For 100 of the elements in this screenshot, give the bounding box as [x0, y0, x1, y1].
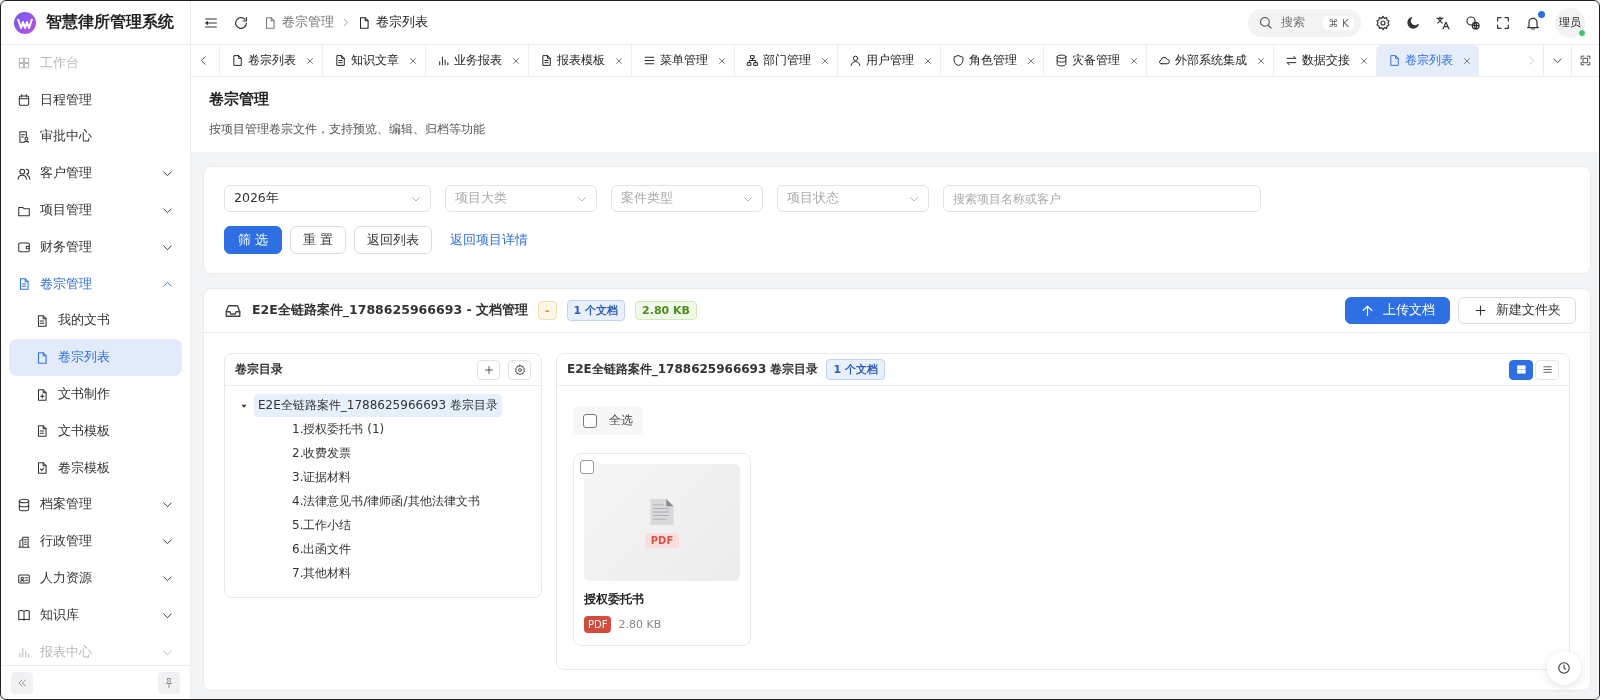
sidebar-item[interactable]: 档案管理 — [9, 486, 182, 524]
sidebar-subitem[interactable]: 我的文书 — [9, 302, 182, 340]
tab-icon — [437, 54, 450, 67]
link[interactable]: 返回项目详情 — [439, 231, 538, 249]
tab-icon — [643, 54, 656, 67]
sidebar-item[interactable]: 项目管理 — [9, 192, 182, 229]
tab-icon — [746, 54, 759, 67]
tab[interactable]: 外部系统集成 — [1146, 45, 1273, 76]
document-icon — [35, 313, 49, 328]
sidebar-item[interactable]: 客户管理 — [9, 155, 182, 193]
refresh-icon[interactable] — [233, 14, 249, 31]
close-icon[interactable] — [820, 55, 830, 66]
tab[interactable]: 知识文章 — [322, 45, 425, 76]
close-icon[interactable] — [923, 55, 933, 66]
action-button[interactable]: 重 置 — [290, 226, 346, 254]
settings-button[interactable] — [508, 359, 531, 380]
close-icon[interactable] — [614, 55, 624, 66]
file-card[interactable]: PDF 授权委托书 PDF 2.80 KB — [573, 453, 751, 646]
pin-button[interactable] — [158, 671, 180, 694]
close-icon[interactable] — [1462, 55, 1472, 66]
checkbox[interactable] — [583, 413, 597, 428]
tree-node[interactable]: 6.出函文件 — [239, 538, 527, 561]
close-icon[interactable] — [511, 55, 521, 66]
tree-node[interactable]: 4.法律意见书/律师函/其他法律文书 — [239, 490, 527, 513]
tag: - — [538, 301, 557, 320]
tab[interactable]: 卷宗列表 — [1376, 45, 1479, 76]
document-icon — [357, 15, 371, 30]
sidebar-subitem[interactable]: 卷宗模板 — [9, 449, 182, 487]
tree-node[interactable]: 3.证据材料 — [239, 466, 527, 489]
tab[interactable]: 报表模板 — [528, 45, 631, 76]
checkbox[interactable] — [580, 460, 594, 474]
close-icon[interactable] — [717, 55, 727, 66]
tree-node[interactable]: 1.授权委托书 (1) — [239, 418, 527, 441]
sidebar-item[interactable]: 行政管理 — [9, 523, 182, 561]
tree-node[interactable]: E2E全链路案件_1788625966693 卷宗目录 — [254, 394, 502, 417]
search-field[interactable]: 搜索项目名称或客户 — [943, 185, 1261, 212]
add-button[interactable] — [477, 359, 500, 380]
tree-node[interactable]: 5.工作小结 — [239, 514, 527, 537]
filter-button[interactable]: 筛 选 — [224, 226, 282, 254]
breadcrumb-item[interactable]: 卷宗管理 — [263, 14, 334, 31]
tab[interactable]: 角色管理 — [940, 45, 1043, 76]
select-field[interactable]: 2026年 — [224, 185, 431, 212]
tab-icon — [540, 54, 553, 67]
page-title: 卷宗管理 — [209, 90, 270, 109]
globe-icon[interactable] — [1465, 14, 1481, 31]
sidebar-subitem[interactable]: 卷宗列表 — [9, 339, 182, 377]
document-icon — [35, 350, 49, 365]
close-icon[interactable] — [1256, 55, 1266, 66]
close-icon[interactable] — [408, 55, 418, 66]
close-icon[interactable] — [305, 55, 315, 66]
document-icon — [263, 15, 277, 30]
fullscreen-icon[interactable] — [1495, 14, 1511, 31]
document-icon — [35, 424, 49, 439]
app-title: 智慧律所管理系统 — [46, 12, 174, 33]
tab[interactable]: 用户管理 — [837, 45, 940, 76]
search-icon — [1258, 15, 1274, 30]
maximize-icon — [1579, 54, 1592, 67]
document-icon — [35, 461, 49, 476]
tree-node[interactable]: 7.其他材料 — [239, 562, 527, 585]
list-view-button[interactable] — [1535, 359, 1559, 380]
sidebar-item[interactable]: 人力资源 — [9, 560, 182, 597]
shortcut-hint: ⌘ K — [1323, 15, 1354, 30]
tab[interactable]: 菜单管理 — [631, 45, 734, 76]
sidebar-item[interactable]: 审批中心 — [9, 118, 182, 156]
tab[interactable]: 灾备管理 — [1043, 45, 1146, 76]
plus-icon — [1473, 303, 1488, 318]
tab[interactable]: 部门管理 — [734, 45, 837, 76]
menu-item-icon — [17, 277, 31, 292]
sidebar-item[interactable]: 日程管理 — [9, 81, 182, 119]
file-type-label: PDF — [644, 533, 680, 548]
menu-item-icon — [17, 608, 31, 623]
clock-icon — [1557, 661, 1571, 675]
close-icon[interactable] — [1359, 55, 1369, 66]
settings-icon[interactable] — [1375, 14, 1391, 31]
sidebar-subitem[interactable]: 文书模板 — [9, 412, 182, 450]
action-button[interactable]: 返回列表 — [353, 226, 432, 254]
tab[interactable]: 业务报表 — [425, 45, 528, 76]
moon-icon[interactable] — [1405, 14, 1421, 31]
upload-button[interactable]: 上传文档 — [1345, 297, 1450, 324]
tab-icon — [1388, 54, 1401, 67]
close-icon[interactable] — [1026, 55, 1036, 66]
user-avatar[interactable]: 理员 — [1555, 7, 1585, 38]
select-all-label: 全选 — [609, 412, 633, 429]
tree-node[interactable]: 2.收费发票 — [239, 442, 527, 465]
translate-icon[interactable] — [1435, 14, 1451, 31]
sidebar-item[interactable]: 卷宗管理 — [9, 265, 182, 303]
document-icon — [649, 497, 675, 527]
grid-view-button[interactable] — [1509, 359, 1533, 380]
tab-icon — [1158, 54, 1171, 67]
sidebar-subitem[interactable]: 文书制作 — [9, 376, 182, 413]
tab-icon — [1055, 54, 1068, 67]
sidebar-item[interactable]: 财务管理 — [9, 229, 182, 266]
tab[interactable]: 卷宗列表 — [219, 45, 322, 76]
new-folder-button[interactable]: 新建文件夹 — [1458, 297, 1576, 324]
menu-item-icon — [17, 571, 31, 586]
close-icon[interactable] — [1129, 55, 1139, 66]
menu-item-icon — [17, 645, 31, 660]
search-button[interactable]: 搜索 ⌘ K — [1248, 8, 1361, 37]
sidebar-item[interactable]: 知识库 — [9, 596, 182, 634]
breadcrumb-item[interactable]: 卷宗列表 — [357, 14, 428, 31]
